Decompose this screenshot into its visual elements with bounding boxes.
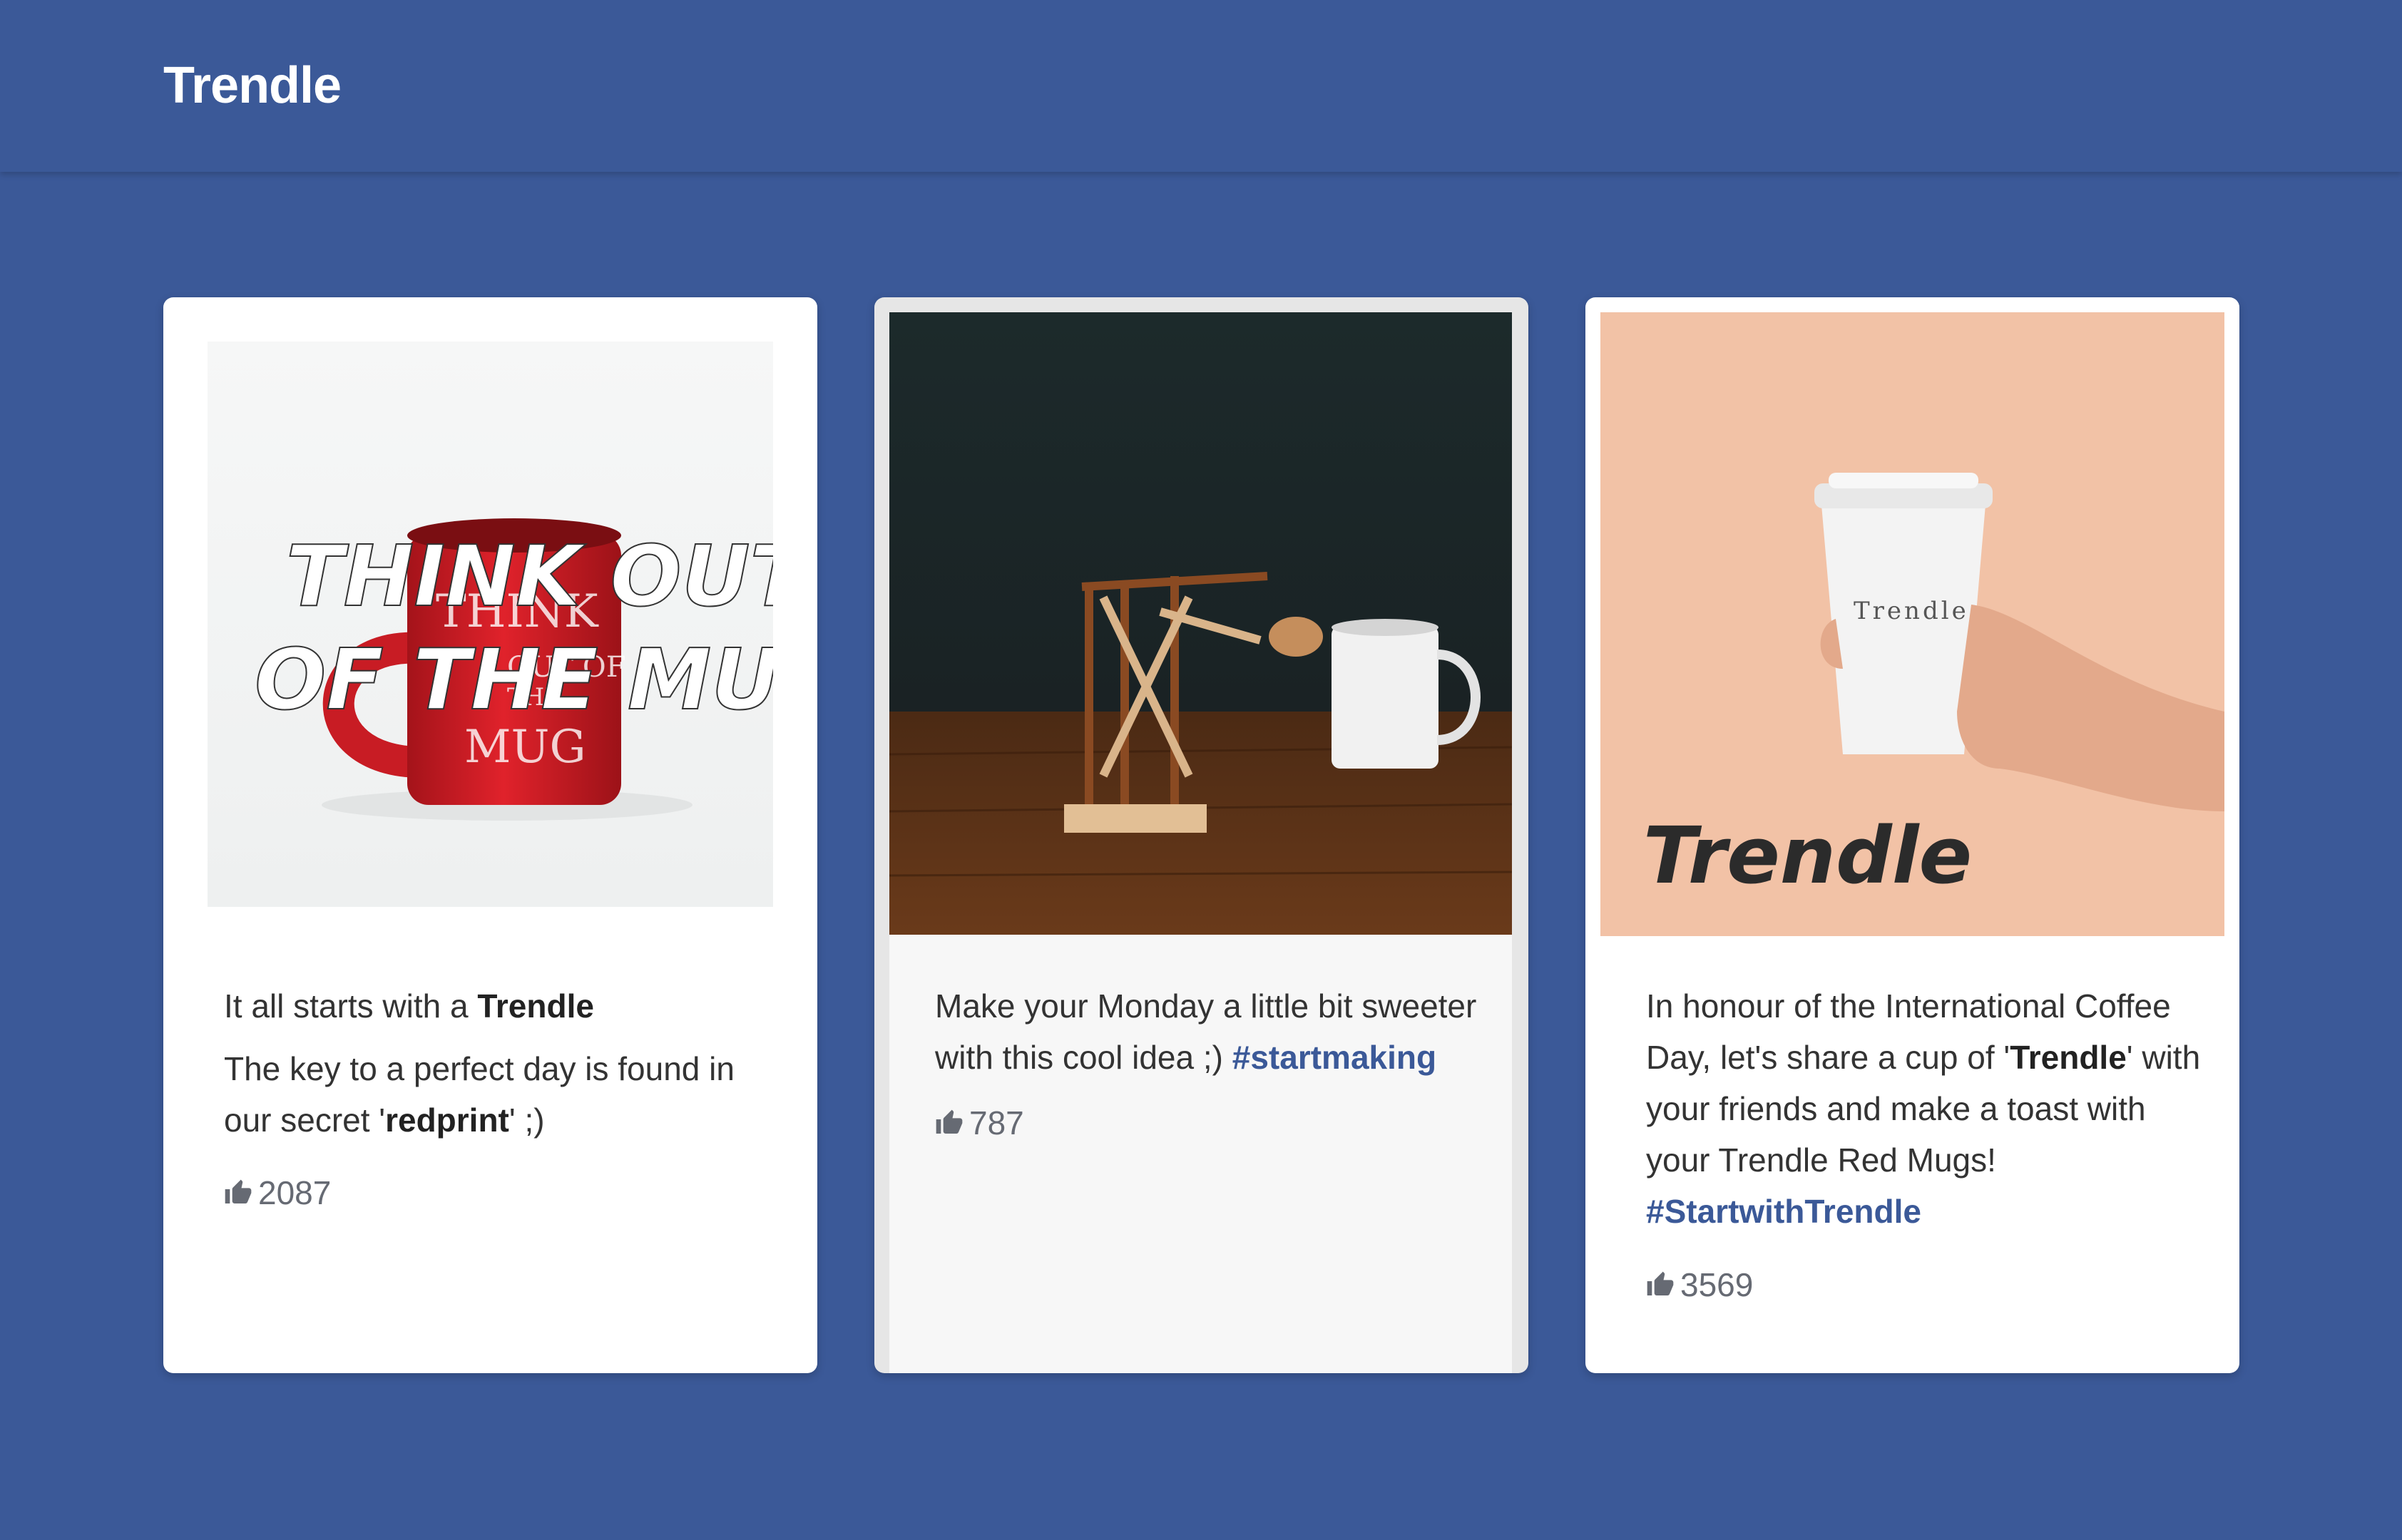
- post-caption: In honour of the International Coffee Da…: [1646, 987, 2201, 1230]
- overlay-headline-line1: THINK OUT: [286, 527, 773, 625]
- top-bar: Trendle: [0, 0, 2402, 172]
- post-card[interactable]: THINK OUT OF THE MUG THINK OUT OF THE MU…: [163, 297, 817, 1373]
- post-image[interactable]: [889, 312, 1512, 935]
- hashtag-link[interactable]: #StartwithTrendle: [1646, 1193, 1921, 1230]
- hashtag-link[interactable]: #startmaking: [1232, 1039, 1436, 1076]
- thumbs-up-icon[interactable]: [1646, 1270, 1675, 1299]
- like-count[interactable]: 2087: [224, 1171, 331, 1214]
- post-caption: It all starts with a Trendle: [224, 987, 594, 1025]
- post-caption: Make your Monday a little bit sweeter wi…: [935, 987, 1477, 1076]
- like-count[interactable]: 787: [935, 1102, 1024, 1144]
- cup-print-text: Trendle: [1854, 597, 1969, 625]
- post-image[interactable]: THINK OUT OF THE MUG THINK OUT OF THE MU…: [208, 342, 773, 907]
- post-caption-detail: The key to a perfect day is found in our…: [224, 1050, 735, 1139]
- post-card[interactable]: Trendle Trendle In honour of the Interna…: [1585, 297, 2239, 1373]
- overlay-brand-text: Trendle: [1643, 810, 1972, 901]
- like-count[interactable]: 3569: [1646, 1263, 1753, 1306]
- brand-logo[interactable]: Trendle: [163, 51, 342, 120]
- overlay-headline-line2: OF THE MUG: [255, 630, 773, 729]
- svg-text:MUG: MUG: [464, 721, 586, 774]
- thumbs-up-icon[interactable]: [935, 1109, 964, 1137]
- post-card[interactable]: Make your Monday a little bit sweeter wi…: [874, 297, 1528, 1373]
- thumbs-up-icon[interactable]: [224, 1179, 252, 1207]
- post-image[interactable]: Trendle Trendle: [1600, 312, 2224, 936]
